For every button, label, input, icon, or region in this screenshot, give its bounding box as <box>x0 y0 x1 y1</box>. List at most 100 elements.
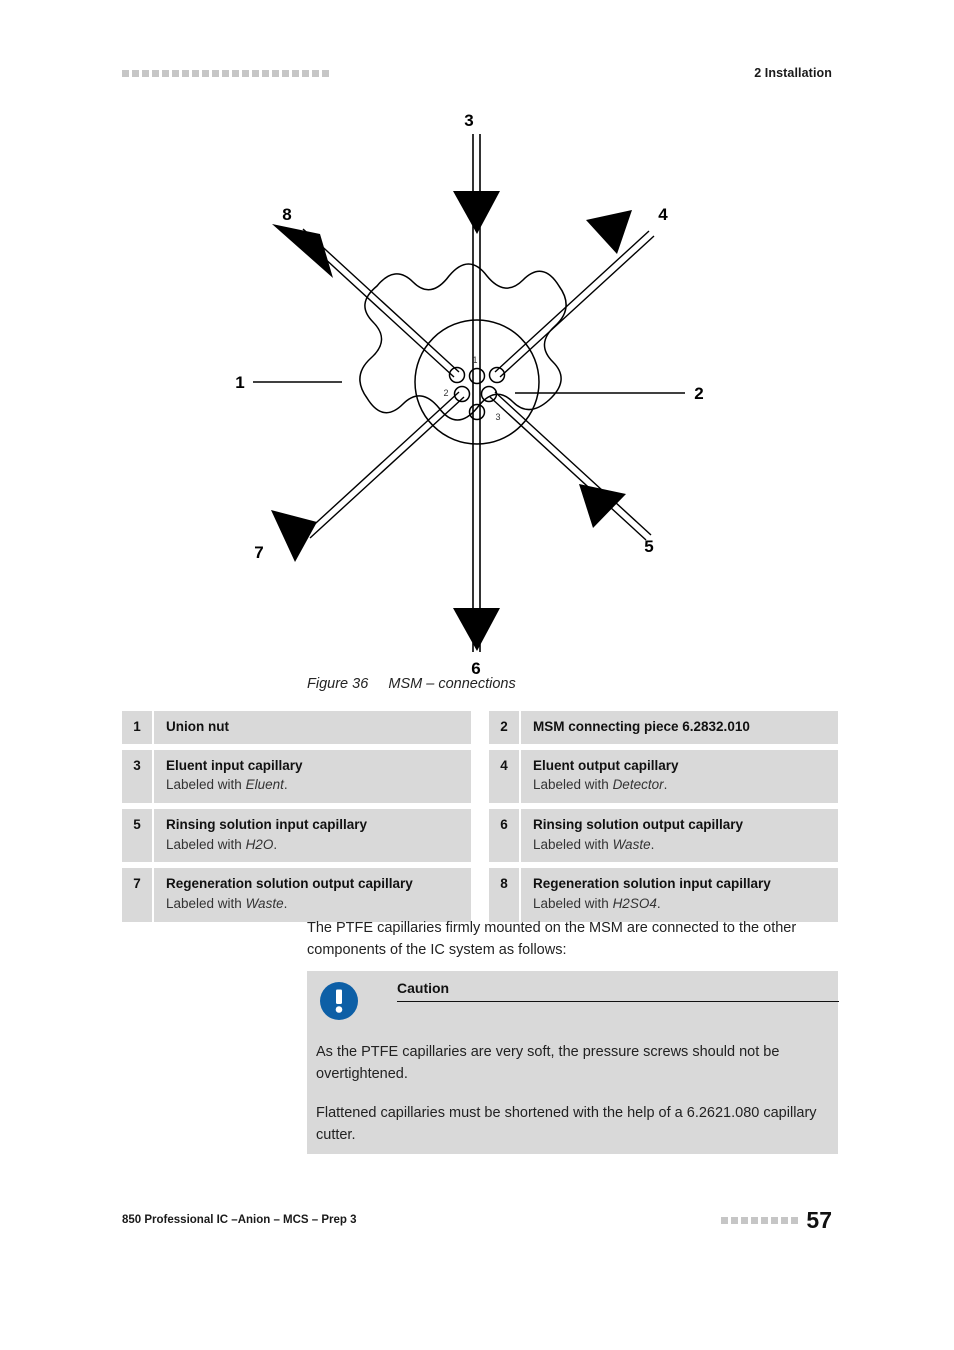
marker-square <box>212 69 219 77</box>
marker-square <box>222 69 229 77</box>
callout-label-1: 1 <box>235 373 244 392</box>
figure-msm-connections: .cap { stroke:#000; stroke-width:1.6; fi… <box>0 100 954 680</box>
caution-title-wrap: Caution <box>397 980 839 1002</box>
legend-item-body: MSM connecting piece 6.2832.010 <box>521 711 758 744</box>
callout-label-4: 4 <box>658 205 668 224</box>
callout-label-2: 2 <box>694 384 703 403</box>
footer-document-title: 850 Professional IC –Anion – MCS – Prep … <box>122 1214 357 1226</box>
marker-square <box>731 1216 739 1224</box>
legend-item-title: Regeneration solution output capillary <box>166 876 413 892</box>
legend-item-number: 1 <box>122 711 154 745</box>
legend-column-gap <box>471 868 489 921</box>
capillary-4 <box>494 210 655 378</box>
marker-square <box>322 69 329 77</box>
figure-caption: Figure 36 MSM – connections <box>307 676 516 692</box>
legend-item-label-value: H2SO4 <box>612 895 657 911</box>
legend-item-subtitle: Labeled with H2O. <box>166 836 278 852</box>
legend-item-subtitle: Labeled with Waste. <box>533 836 655 852</box>
msm-connections-diagram: .cap { stroke:#000; stroke-width:1.6; fi… <box>235 111 703 678</box>
marker-square <box>272 69 279 77</box>
header-marker-squares <box>122 69 329 77</box>
marker-square <box>292 69 299 77</box>
caution-exclamation-icon <box>320 982 358 1020</box>
caution-header: Caution <box>307 971 839 1020</box>
legend-column-gap <box>471 750 489 803</box>
legend-item-8: 8 Regeneration solution input capillary La… <box>489 868 838 922</box>
callout-label-7: 7 <box>254 543 263 562</box>
marker-square <box>761 1216 769 1224</box>
legend-item-number: 3 <box>122 750 154 804</box>
footer-page-area: 57 <box>721 1206 832 1233</box>
marker-square <box>232 69 239 77</box>
legend-item-body: Rinsing solution output capillary Labeled… <box>521 809 751 862</box>
legend-item-title: Union nut <box>166 719 229 734</box>
caution-paragraph-2: Flattened capillaries must be shortened … <box>316 1104 817 1144</box>
legend-column-gap <box>471 711 489 744</box>
legend-column-gap <box>471 809 489 862</box>
legend-item-body: Regeneration solution input capillary Lab… <box>521 868 779 921</box>
legend-item-number: 2 <box>489 711 521 745</box>
marker-square <box>252 69 259 77</box>
capillary-3 <box>453 134 500 382</box>
legend-item-label-value: Eluent <box>245 777 284 793</box>
legend-item-body: Rinsing solution input capillary Labeled … <box>154 809 375 862</box>
legend-item-title: Regeneration solution input capillary <box>533 876 771 892</box>
legend-item-number: 4 <box>489 750 521 804</box>
caution-body: As the PTFE capillaries are very soft, t… <box>316 1041 832 1147</box>
callout-label-8: 8 <box>282 205 291 224</box>
marker-square <box>781 1216 789 1224</box>
legend-item-4: 4 Eluent output capillary Labeled with Det… <box>489 750 838 804</box>
marker-square <box>152 69 159 77</box>
legend-item-label-value: Detector <box>612 777 664 793</box>
marker-square <box>721 1216 729 1224</box>
legend-item-body: Eluent output capillary Labeled with Dete… <box>521 750 687 803</box>
marker-square <box>242 69 249 77</box>
footer-marker-squares <box>721 1216 799 1224</box>
marker-square <box>302 69 309 77</box>
marker-square <box>312 69 319 77</box>
marker-square <box>741 1216 749 1224</box>
legend-item-1: 1 Union nut <box>122 711 471 745</box>
legend-item-subtitle: Labeled with Eluent. <box>166 777 288 793</box>
header-chapter-title: 2 Installation <box>754 66 832 80</box>
port-label-1: 1 <box>472 355 477 365</box>
legend-item-label-value: Waste <box>245 895 284 911</box>
marker-square <box>791 1216 799 1224</box>
caution-paragraph-1: As the PTFE capillaries are very soft, t… <box>316 1044 780 1083</box>
legend-item-title: Rinsing solution output capillary <box>533 817 744 833</box>
marker-square <box>192 69 199 77</box>
legend-item-body: Eluent input capillary Labeled with Eluen… <box>154 750 311 803</box>
capillary-5 <box>489 391 652 541</box>
capillary-7 <box>271 391 465 562</box>
marker-square <box>262 69 269 77</box>
legend-item-subtitle: Labeled with Waste. <box>166 895 288 911</box>
legend-item-subtitle: Labeled with H2SO4. <box>533 895 661 911</box>
legend-item-7: 7 Regeneration solution output capillary L… <box>122 868 471 922</box>
legend-item-6: 6 Rinsing solution output capillary Labele… <box>489 809 838 863</box>
legend-item-body: Regeneration solution output capillary La… <box>154 868 421 921</box>
marker-square <box>751 1216 759 1224</box>
legend-item-title: Eluent input capillary <box>166 758 303 774</box>
port-label-3: 3 <box>495 412 500 422</box>
caution-box: Caution As the PTFE capillaries are very… <box>307 971 839 1154</box>
page: 2 Installation .cap { stroke:#000; strok… <box>0 0 954 1350</box>
caution-divider <box>397 1001 839 1002</box>
running-footer: 850 Professional IC –Anion – MCS – Prep … <box>0 1205 954 1235</box>
callout-label-3: 3 <box>464 111 473 130</box>
port-label-2: 2 <box>443 388 448 398</box>
legend-item-label-value: Waste <box>612 836 651 852</box>
legend-item-number: 8 <box>489 868 521 922</box>
marker-square <box>132 69 139 77</box>
callout-label-5: 5 <box>644 537 653 556</box>
legend-item-number: 5 <box>122 809 154 863</box>
marker-square <box>771 1216 779 1224</box>
capillary-6 <box>453 382 500 652</box>
marker-square <box>122 69 129 77</box>
marker-square <box>282 69 289 77</box>
page-number: 57 <box>806 1206 832 1233</box>
figure-legend-table: 1 Union nut 2 MSM connecting piece 6.2832.0… <box>122 711 838 922</box>
marker-square <box>142 69 149 77</box>
legend-item-label-value: H2O <box>245 836 274 852</box>
union-nut-outline <box>359 263 567 421</box>
legend-item-3: 3 Eluent input capillary Labeled with Elue… <box>122 750 471 804</box>
